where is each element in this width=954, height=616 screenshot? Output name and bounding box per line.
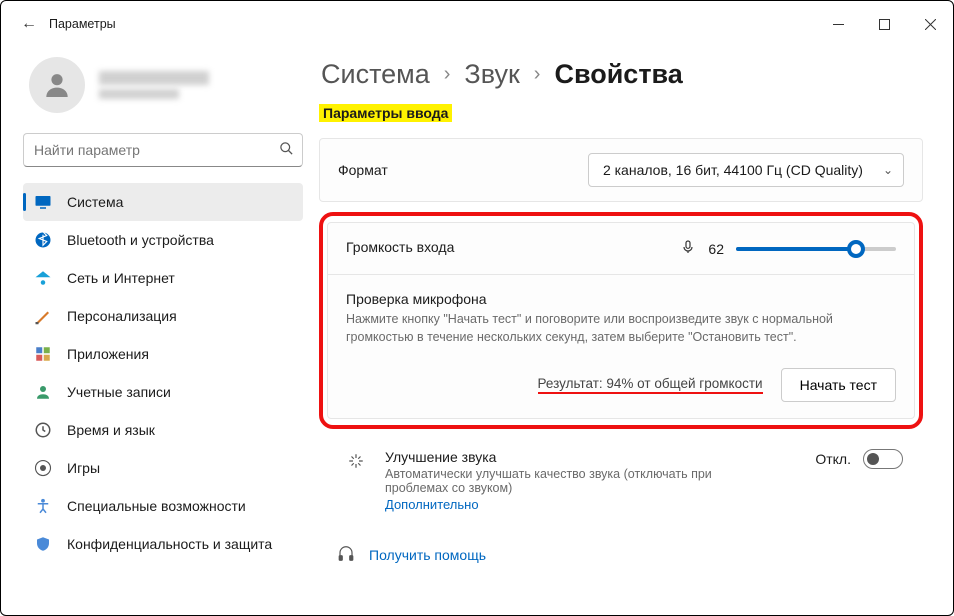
sidebar-item-label: Время и язык bbox=[67, 422, 155, 438]
bluetooth-icon bbox=[33, 230, 53, 250]
sidebar-item-bluetooth[interactable]: Bluetooth и устройства bbox=[23, 221, 303, 259]
personalization-icon bbox=[33, 306, 53, 326]
input-volume-row: Громкость входа 62 bbox=[328, 223, 914, 274]
close-button[interactable] bbox=[907, 1, 953, 47]
maximize-button[interactable] bbox=[861, 1, 907, 47]
enhance-toggle[interactable] bbox=[863, 449, 903, 469]
sidebar-item-label: Персонализация bbox=[67, 308, 177, 324]
sidebar-item-label: Специальные возможности bbox=[67, 498, 246, 514]
format-row: Формат 2 каналов, 16 бит, 44100 Гц (CD Q… bbox=[319, 138, 923, 202]
privacy-icon bbox=[33, 534, 53, 554]
sidebar-item-network[interactable]: Сеть и Интернет bbox=[23, 259, 303, 297]
enhance-row[interactable]: Улучшение звука Автоматически улучшать к… bbox=[319, 429, 923, 520]
breadcrumb-properties: Свойства bbox=[554, 59, 682, 90]
section-title-highlight: Параметры ввода bbox=[319, 104, 452, 122]
annotation-highlight-box: Громкость входа 62 Проверка микрофона bbox=[319, 212, 923, 429]
help-label: Получить помощь bbox=[369, 547, 486, 563]
mic-test-label: Проверка микрофона bbox=[346, 291, 896, 307]
apps-icon bbox=[33, 344, 53, 364]
sidebar-item-apps[interactable]: Приложения bbox=[23, 335, 303, 373]
system-icon bbox=[33, 192, 53, 212]
format-dropdown[interactable]: 2 каналов, 16 бит, 44100 Гц (CD Quality)… bbox=[588, 153, 904, 187]
chevron-down-icon: ⌄ bbox=[883, 163, 893, 177]
get-help-link[interactable]: Получить помощь bbox=[337, 546, 923, 564]
profile[interactable] bbox=[29, 57, 303, 113]
format-value: 2 каналов, 16 бит, 44100 Гц (CD Quality) bbox=[603, 162, 863, 178]
sidebar-item-time[interactable]: Время и язык bbox=[23, 411, 303, 449]
profile-email bbox=[99, 89, 179, 99]
titlebar: ← Параметры bbox=[1, 1, 953, 47]
search-box[interactable] bbox=[23, 133, 303, 167]
sidebar-item-system[interactable]: Система bbox=[23, 183, 303, 221]
enhance-desc: Автоматически улучшать качество звука (о… bbox=[385, 467, 765, 495]
search-icon bbox=[270, 141, 302, 159]
enhance-title: Улучшение звука bbox=[385, 449, 815, 465]
sidebar-item-label: Игры bbox=[67, 460, 100, 476]
window-title: Параметры bbox=[49, 17, 116, 31]
sidebar-item-accounts[interactable]: Учетные записи bbox=[23, 373, 303, 411]
network-icon bbox=[33, 268, 53, 288]
volume-value: 62 bbox=[708, 241, 724, 257]
accounts-icon bbox=[33, 382, 53, 402]
content: Система › Звук › Свойства Параметры ввод… bbox=[311, 47, 953, 615]
sidebar-item-personalization[interactable]: Персонализация bbox=[23, 297, 303, 335]
start-test-button[interactable]: Начать тест bbox=[781, 368, 896, 402]
breadcrumb-sound[interactable]: Звук bbox=[464, 59, 519, 90]
sidebar-item-label: Сеть и Интернет bbox=[67, 270, 175, 286]
breadcrumb: Система › Звук › Свойства bbox=[321, 59, 923, 90]
chevron-right-icon: › bbox=[444, 63, 451, 86]
sidebar-item-privacy[interactable]: Конфиденциальность и защита bbox=[23, 525, 303, 563]
chevron-right-icon: › bbox=[534, 63, 541, 86]
sidebar-item-gaming[interactable]: Игры bbox=[23, 449, 303, 487]
sidebar-item-label: Учетные записи bbox=[67, 384, 171, 400]
avatar bbox=[29, 57, 85, 113]
sparkle-icon bbox=[347, 452, 369, 473]
mic-test-desc: Нажмите кнопку "Начать тест" и поговорит… bbox=[346, 311, 846, 346]
sidebar-item-label: Приложения bbox=[67, 346, 149, 362]
mic-test-row: Проверка микрофона Нажмите кнопку "Начат… bbox=[328, 274, 914, 418]
sidebar: Система Bluetooth и устройства Сеть и Ин… bbox=[1, 47, 311, 615]
gaming-icon bbox=[33, 458, 53, 478]
help-icon bbox=[337, 546, 355, 564]
enhance-more-link[interactable]: Дополнительно bbox=[385, 497, 815, 512]
sidebar-item-label: Конфиденциальность и защита bbox=[67, 536, 272, 552]
time-icon bbox=[33, 420, 53, 440]
breadcrumb-system[interactable]: Система bbox=[321, 59, 430, 90]
mic-test-result: Результат: 94% от общей громкости bbox=[538, 376, 763, 394]
sidebar-item-accessibility[interactable]: Специальные возможности bbox=[23, 487, 303, 525]
volume-slider[interactable] bbox=[736, 247, 896, 251]
format-label: Формат bbox=[338, 162, 388, 178]
input-volume-label: Громкость входа bbox=[346, 239, 454, 255]
accessibility-icon bbox=[33, 496, 53, 516]
back-button[interactable]: ← bbox=[21, 15, 49, 33]
sidebar-item-label: Система bbox=[67, 194, 123, 210]
sidebar-item-label: Bluetooth и устройства bbox=[67, 232, 214, 248]
microphone-icon[interactable] bbox=[680, 239, 696, 258]
minimize-button[interactable] bbox=[815, 1, 861, 47]
toggle-state-label: Откл. bbox=[815, 451, 851, 467]
search-input[interactable] bbox=[24, 142, 270, 158]
profile-name bbox=[99, 71, 209, 85]
